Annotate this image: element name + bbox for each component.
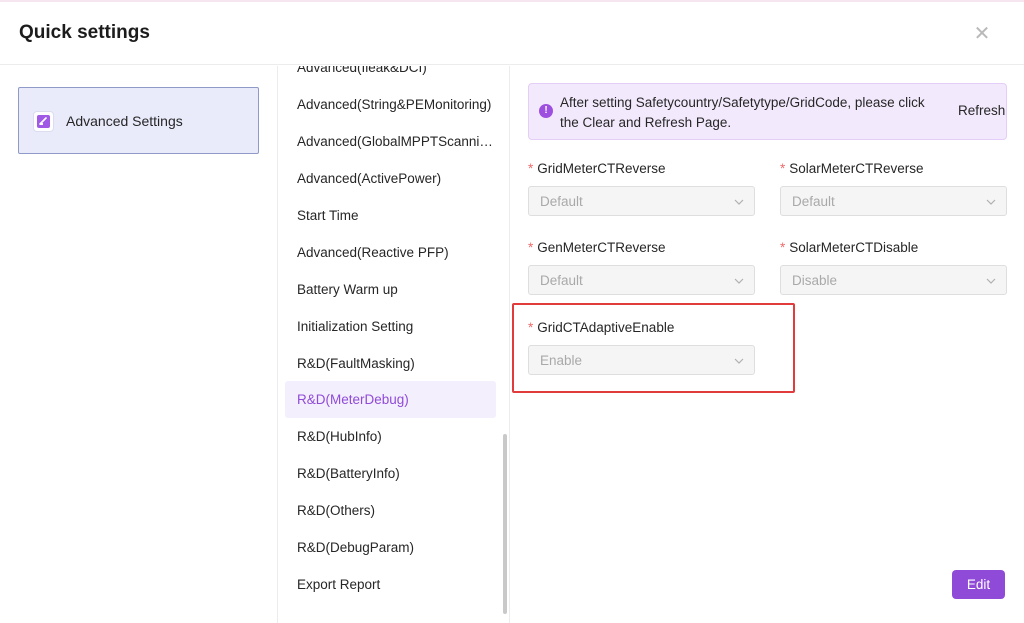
- dialog-header: Quick settings ✕: [0, 2, 1024, 65]
- menu-item-advanced-ileak-dci[interactable]: Advanced(Ileak&DCI): [285, 66, 496, 86]
- edit-button[interactable]: Edit: [952, 570, 1005, 599]
- chevron-down-icon: [734, 278, 744, 284]
- menu-item-rd-hub-info[interactable]: R&D(HubInfo): [285, 418, 496, 455]
- notice-banner: ! After setting Safetycountry/Safetytype…: [528, 83, 1007, 140]
- grid-ct-adaptive-enable-label: * GridCTAdaptiveEnable: [528, 320, 674, 335]
- select-value: Default: [540, 273, 583, 288]
- menu-item-rd-fault-masking[interactable]: R&D(FaultMasking): [285, 345, 496, 382]
- solar-meter-ct-disable-select[interactable]: Disable: [780, 265, 1007, 295]
- settings-doc-icon: [34, 112, 53, 131]
- dialog-title: Quick settings: [19, 22, 150, 43]
- menu-item-battery-warm-up[interactable]: Battery Warm up: [285, 271, 496, 308]
- field-label-text: SolarMeterCTDisable: [789, 240, 919, 255]
- required-mark: *: [528, 161, 534, 176]
- select-value: Default: [540, 194, 583, 209]
- gen-meter-ct-reverse-label: * GenMeterCTReverse: [528, 240, 666, 255]
- menu-item-advanced-string-pe-monitoring[interactable]: Advanced(String&PEMonitoring): [285, 86, 496, 123]
- refresh-link[interactable]: Refresh: [958, 103, 1005, 118]
- chevron-down-icon: [986, 278, 996, 284]
- menu-item-advanced-reactive-pfp[interactable]: Advanced(Reactive PFP): [285, 234, 496, 271]
- close-icon[interactable]: ✕: [970, 22, 994, 46]
- grid-meter-ct-reverse-label: * GridMeterCTReverse: [528, 161, 666, 176]
- field-label-text: GridCTAdaptiveEnable: [537, 320, 675, 335]
- menu-item-rd-meter-debug[interactable]: R&D(MeterDebug): [285, 381, 496, 418]
- required-mark: *: [780, 161, 786, 176]
- menu-item-rd-battery-info[interactable]: R&D(BatteryInfo): [285, 455, 496, 492]
- required-mark: *: [528, 240, 534, 255]
- field-label-text: GridMeterCTReverse: [537, 161, 666, 176]
- select-value: Disable: [792, 273, 838, 288]
- field-label-text: GenMeterCTReverse: [537, 240, 666, 255]
- settings-menu: Advanced(Ileak&DCI) Advanced(String&PEMo…: [279, 66, 510, 623]
- advanced-settings-label: Advanced Settings: [66, 113, 183, 129]
- notice-text: After setting Safetycountry/Safetytype/G…: [560, 95, 925, 130]
- chevron-down-icon: [734, 358, 744, 364]
- menu-item-rd-others[interactable]: R&D(Others): [285, 492, 496, 529]
- menu-scrollbar[interactable]: [501, 66, 509, 623]
- menu-item-advanced-global-mppt-scanning[interactable]: Advanced(GlobalMPPTScanning): [285, 123, 496, 160]
- solar-meter-ct-reverse-label: * SolarMeterCTReverse: [780, 161, 924, 176]
- gen-meter-ct-reverse-select[interactable]: Default: [528, 265, 755, 295]
- required-mark: *: [528, 320, 534, 335]
- solar-meter-ct-disable-label: * SolarMeterCTDisable: [780, 240, 918, 255]
- left-column: Advanced Settings: [0, 66, 278, 623]
- grid-meter-ct-reverse-select[interactable]: Default: [528, 186, 755, 216]
- solar-meter-ct-reverse-select[interactable]: Default: [780, 186, 1007, 216]
- info-icon: !: [539, 104, 553, 118]
- advanced-settings-card[interactable]: Advanced Settings: [18, 87, 259, 154]
- menu-item-advanced-active-power[interactable]: Advanced(ActivePower): [285, 160, 496, 197]
- menu-item-export-report[interactable]: Export Report: [285, 566, 496, 603]
- required-mark: *: [780, 240, 786, 255]
- menu-item-start-time[interactable]: Start Time: [285, 197, 496, 234]
- chevron-down-icon: [734, 199, 744, 205]
- grid-ct-adaptive-enable-select[interactable]: Enable: [528, 345, 755, 375]
- field-label-text: SolarMeterCTReverse: [789, 161, 924, 176]
- select-value: Default: [792, 194, 835, 209]
- menu-item-rd-debug-param[interactable]: R&D(DebugParam): [285, 529, 496, 566]
- menu-scrollbar-thumb[interactable]: [503, 434, 507, 614]
- settings-panel: ! After setting Safetycountry/Safetytype…: [511, 66, 1024, 623]
- chevron-down-icon: [986, 199, 996, 205]
- select-value: Enable: [540, 353, 583, 368]
- menu-item-initialization-setting[interactable]: Initialization Setting: [285, 308, 496, 345]
